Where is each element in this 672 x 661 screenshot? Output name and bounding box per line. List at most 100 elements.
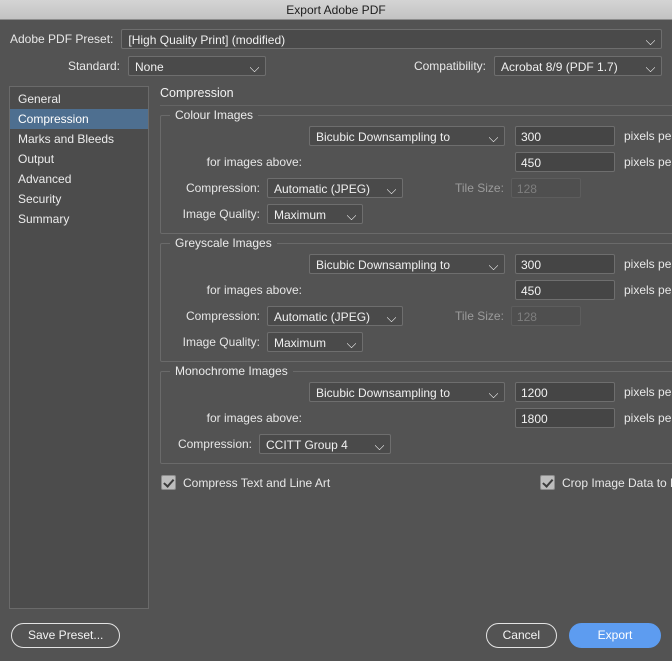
sidebar-item-advanced[interactable]: Advanced — [10, 169, 148, 189]
monochrome-compression-value: CCITT Group 4 — [266, 438, 348, 452]
greyscale-resolution-unit: pixels per inch — [624, 257, 672, 271]
greyscale-image-quality-label: Image Quality: — [182, 335, 260, 349]
checkmark-icon — [161, 475, 176, 490]
greyscale-compression-label: Compression: — [185, 309, 260, 323]
compression-options-row: Compress Text and Line Art Crop Image Da… — [160, 475, 672, 490]
greyscale-resolution-input[interactable]: 300 — [515, 254, 615, 274]
greyscale-threshold-input[interactable]: 450 — [515, 280, 615, 300]
sidebar-item-marks-and-bleeds[interactable]: Marks and Bleeds — [10, 129, 148, 149]
sidebar-item-general[interactable]: General — [10, 89, 148, 109]
cancel-button[interactable]: Cancel — [485, 623, 557, 648]
monochrome-threshold-input[interactable]: 1800 — [515, 408, 615, 428]
greyscale-sampling-row: Bicubic Downsampling to 300 pixels per i… — [171, 254, 672, 274]
window-titlebar: Export Adobe PDF — [0, 0, 672, 20]
preset-label: Adobe PDF Preset: — [10, 32, 114, 46]
crop-image-data-to-frames-label: Crop Image Data to Frames — [561, 475, 672, 490]
adobe-pdf-preset-value: [High Quality Print] (modified) — [128, 33, 286, 47]
preset-row: Adobe PDF Preset: [High Quality Print] (… — [0, 29, 672, 49]
greyscale-sampling-value: Bicubic Downsampling to — [316, 258, 451, 272]
checkmark-icon — [539, 475, 555, 490]
monochrome-compression-select[interactable]: CCITT Group 4 — [259, 434, 391, 454]
sidebar-item-label: Output — [18, 152, 55, 166]
colour-image-quality-value: Maximum — [274, 208, 327, 222]
colour-tile-size-label: Tile Size: — [455, 181, 504, 195]
monochrome-compression-row: Compression: CCITT Group 4 — [171, 434, 672, 454]
panel-title: Compression — [160, 86, 672, 106]
sidebar-item-compression[interactable]: Compression — [10, 109, 148, 129]
greyscale-image-quality-select[interactable]: Maximum — [267, 332, 363, 352]
colour-threshold-input[interactable]: 450 — [515, 152, 615, 172]
sidebar-item-label: Advanced — [18, 172, 72, 186]
monochrome-resolution-input[interactable]: 1200 — [515, 382, 615, 402]
colour-resolution-value: 300 — [521, 130, 542, 144]
colour-threshold-value: 450 — [521, 156, 542, 170]
sidebar-item-label: Marks and Bleeds — [18, 132, 115, 146]
colour-images-group: Colour Images Bicubic Downsampling to 30… — [160, 108, 672, 234]
colour-compression-label: Compression: — [185, 181, 260, 195]
monochrome-threshold-unit: pixels per inch — [624, 411, 672, 425]
greyscale-tile-size-label: Tile Size: — [455, 309, 504, 323]
compress-text-and-line-art-checkbox[interactable]: Compress Text and Line Art — [161, 475, 330, 490]
monochrome-resolution-value: 1200 — [521, 386, 548, 400]
colour-resolution-unit: pixels per inch — [624, 129, 672, 143]
settings-category-list[interactable]: General Compression Marks and Bleeds Out… — [9, 86, 149, 609]
export-label: Export — [597, 628, 633, 642]
monochrome-sampling-select[interactable]: Bicubic Downsampling to — [309, 382, 505, 402]
dialog-footer: Save Preset... Cancel Export — [0, 610, 672, 661]
greyscale-resolution-value: 300 — [521, 258, 542, 272]
monochrome-resolution-unit: pixels per inch — [624, 385, 672, 399]
sidebar-item-label: General — [18, 92, 61, 106]
sidebar-item-label: Compression — [18, 112, 89, 126]
window-title: Export Adobe PDF — [286, 2, 386, 17]
colour-threshold-row: for images above: 450 pixels per inch — [171, 152, 672, 172]
monochrome-threshold-label: for images above: — [206, 411, 302, 425]
compatibility-select[interactable]: Acrobat 8/9 (PDF 1.7) — [494, 56, 662, 76]
greyscale-tile-size-value: 128 — [516, 310, 537, 324]
sidebar-item-summary[interactable]: Summary — [10, 209, 148, 229]
export-button[interactable]: Export — [569, 623, 661, 648]
colour-compression-value: Automatic (JPEG) — [274, 182, 371, 196]
standard-label: Standard: — [67, 59, 120, 73]
save-preset-button[interactable]: Save Preset... — [11, 623, 121, 648]
colour-sampling-select[interactable]: Bicubic Downsampling to — [309, 126, 505, 146]
greyscale-threshold-unit: pixels per inch — [624, 283, 672, 297]
compress-text-and-line-art-label: Compress Text and Line Art — [183, 475, 331, 490]
greyscale-compression-value: Automatic (JPEG) — [274, 310, 371, 324]
greyscale-tile-size-input: 128 — [510, 306, 581, 326]
colour-compression-select[interactable]: Automatic (JPEG) — [267, 178, 403, 198]
colour-images-legend: Colour Images — [170, 108, 259, 122]
compression-panel: Compression Colour Images Bicubic Downsa… — [149, 86, 672, 609]
greyscale-threshold-row: for images above: 450 pixels per inch — [171, 280, 672, 300]
sidebar-item-security[interactable]: Security — [10, 189, 148, 209]
greyscale-images-group: Greyscale Images Bicubic Downsampling to… — [160, 236, 672, 362]
monochrome-images-legend: Monochrome Images — [170, 364, 293, 378]
colour-image-quality-select[interactable]: Maximum — [267, 204, 363, 224]
save-preset-label: Save Preset... — [28, 628, 104, 642]
greyscale-images-legend: Greyscale Images — [170, 236, 277, 250]
greyscale-sampling-select[interactable]: Bicubic Downsampling to — [309, 254, 505, 274]
greyscale-image-quality-row: Image Quality: Maximum — [171, 332, 672, 352]
colour-resolution-input[interactable]: 300 — [515, 126, 615, 146]
colour-compression-row: Compression: Automatic (JPEG) Tile Size:… — [171, 178, 672, 198]
greyscale-threshold-label: for images above: — [206, 283, 302, 297]
standard-compatibility-row: Standard: None Compatibility: Acrobat 8/… — [0, 56, 672, 76]
greyscale-compression-select[interactable]: Automatic (JPEG) — [267, 306, 403, 326]
monochrome-compression-label: Compression: — [177, 437, 252, 451]
crop-image-data-to-frames-checkbox[interactable]: Crop Image Data to Frames — [539, 475, 672, 490]
greyscale-threshold-value: 450 — [521, 284, 542, 298]
colour-threshold-label: for images above: — [206, 155, 302, 169]
colour-image-quality-label: Image Quality: — [182, 207, 260, 221]
compatibility-value: Acrobat 8/9 (PDF 1.7) — [501, 60, 618, 74]
colour-sampling-row: Bicubic Downsampling to 300 pixels per i… — [171, 126, 672, 146]
standard-select[interactable]: None — [128, 56, 266, 76]
colour-sampling-value: Bicubic Downsampling to — [316, 130, 451, 144]
compatibility-label: Compatibility: — [413, 59, 486, 73]
monochrome-sampling-value: Bicubic Downsampling to — [316, 386, 451, 400]
colour-image-quality-row: Image Quality: Maximum — [171, 204, 672, 224]
sidebar-item-label: Summary — [18, 212, 70, 226]
adobe-pdf-preset-select[interactable]: [High Quality Print] (modified) — [121, 29, 662, 49]
colour-tile-size-input: 128 — [510, 178, 581, 198]
standard-value: None — [135, 60, 164, 74]
sidebar-item-output[interactable]: Output — [10, 149, 148, 169]
sidebar-item-label: Security — [18, 192, 62, 206]
